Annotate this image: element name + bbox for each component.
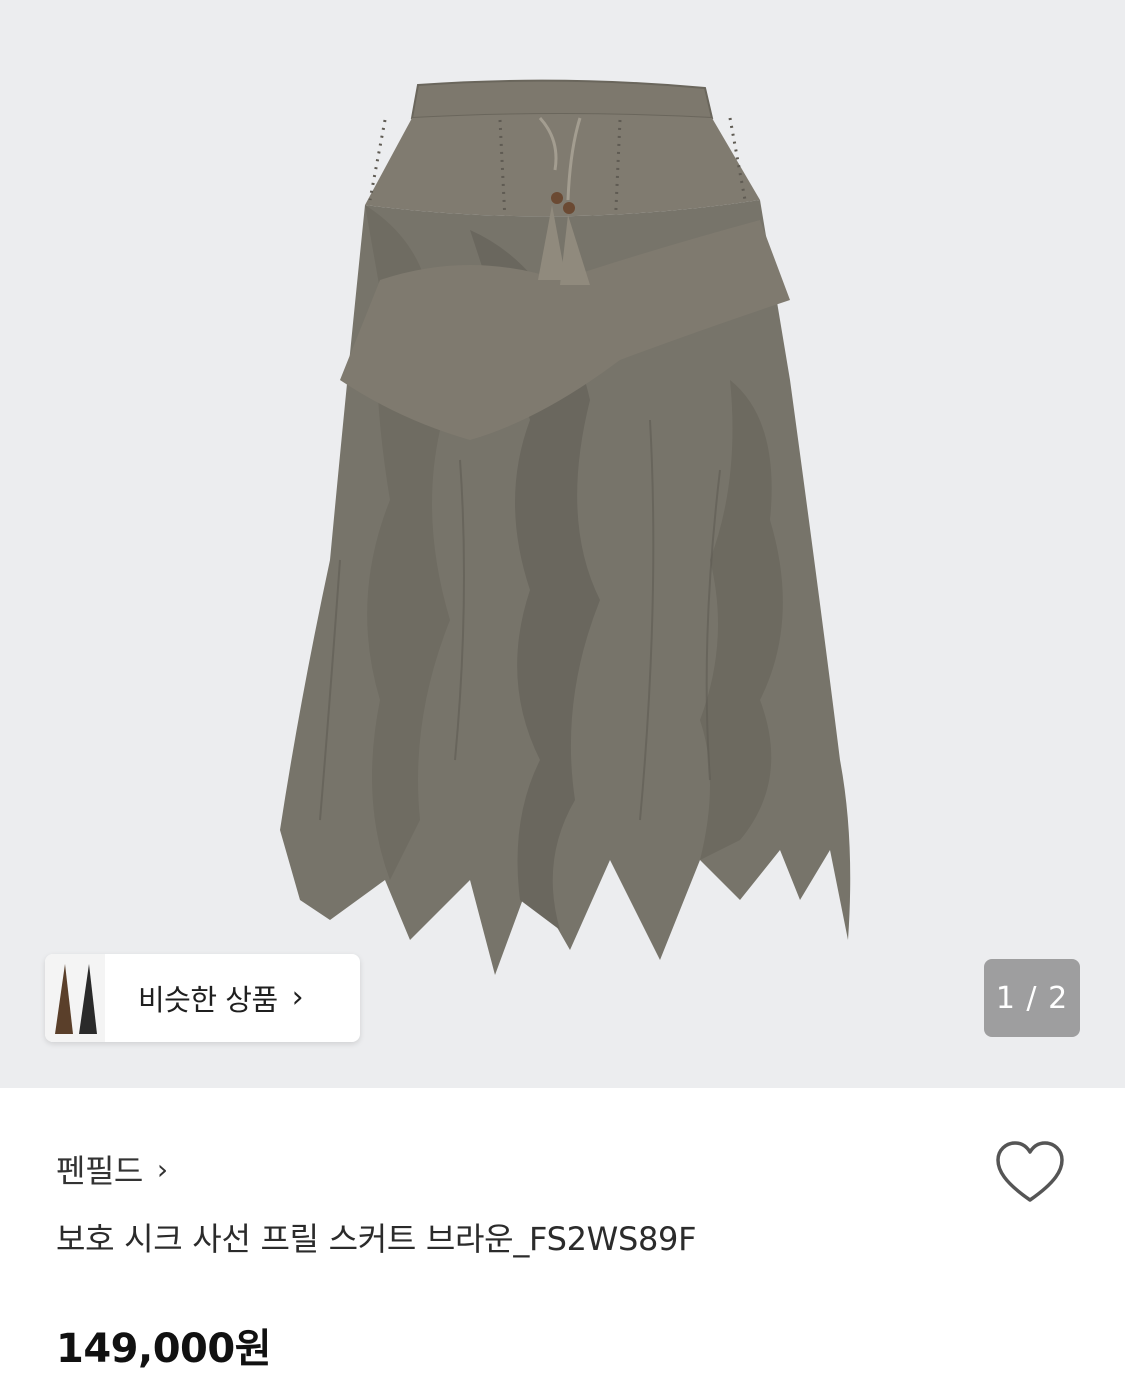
heart-outline-icon[interactable] — [994, 1138, 1066, 1206]
brand-link[interactable]: 펜필드 › — [56, 1146, 168, 1192]
skirt-waistband — [410, 79, 714, 120]
brand-name: 펜필드 — [56, 1152, 143, 1190]
skirt-yoke — [365, 114, 760, 217]
image-counter-text: 1 / 2 — [995, 980, 1069, 1016]
similar-products-label: 비슷한 상품 — [138, 983, 278, 1017]
product-info: 펜필드 › 보호 시크 사선 프릴 스커트 브라운_FS2WS89F 149,0… — [0, 1088, 1125, 1389]
product-image[interactable] — [0, 0, 1125, 1088]
chevron-right-icon: › — [291, 980, 304, 1015]
bead — [563, 202, 575, 214]
bead — [551, 192, 563, 204]
similar-products-thumbnail — [45, 954, 105, 1042]
chevron-right-icon: › — [156, 1152, 169, 1186]
similar-products-button[interactable]: 비슷한 상품 › — [45, 954, 360, 1042]
image-counter: 1 / 2 — [984, 959, 1080, 1037]
product-image-gallery[interactable]: 비슷한 상품 › 1 / 2 — [0, 0, 1125, 1088]
product-price: 149,000원 — [56, 1326, 272, 1372]
product-title: 보호 시크 사선 프릴 스커트 브라운_FS2WS89F — [56, 1220, 697, 1258]
